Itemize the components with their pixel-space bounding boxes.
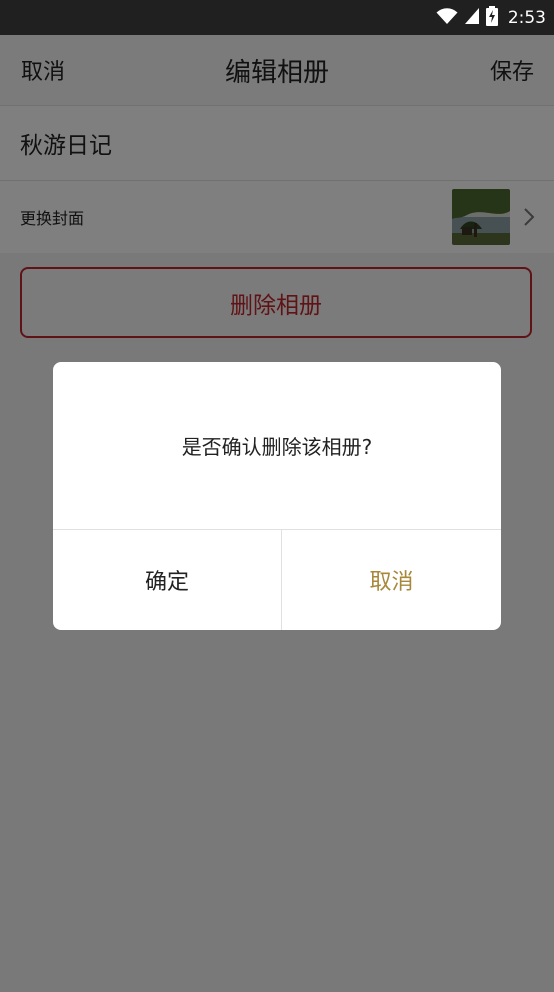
dialog-confirm-button[interactable]: 确定 (53, 530, 281, 630)
confirm-dialog: 是否确认删除该相册? 确定 取消 (53, 362, 501, 630)
wifi-icon (436, 7, 458, 29)
signal-icon (464, 7, 480, 29)
dialog-cancel-button[interactable]: 取消 (282, 530, 501, 630)
battery-charging-icon (485, 5, 498, 30)
status-bar: 2:53 (0, 0, 554, 35)
dialog-message: 是否确认删除该相册? (181, 435, 373, 459)
status-icons: 2:53 (436, 5, 546, 30)
status-time: 2:53 (507, 7, 546, 28)
